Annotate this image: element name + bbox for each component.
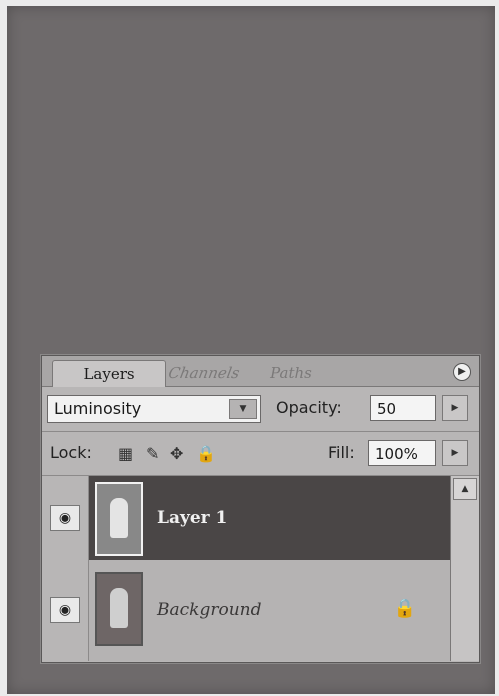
- eye-icon[interactable]: ◉: [50, 505, 80, 531]
- blend-mode-value: Luminosity: [54, 399, 142, 418]
- opacity-label: Opacity:: [276, 398, 342, 417]
- blend-mode-select[interactable]: Luminosity ▼: [47, 395, 261, 423]
- lock-image-brush-icon[interactable]: ✎: [146, 444, 159, 464]
- lock-all-padlock-icon[interactable]: 🔒: [196, 444, 216, 464]
- layer-list: ◉ Layer 1 ◉ Background 🔒: [42, 476, 450, 661]
- lock-transparent-checker-icon[interactable]: ▦: [118, 444, 133, 464]
- tab-channels[interactable]: Channels: [146, 360, 263, 386]
- layers-panel: Layers Channels Paths ▶ Luminosity ▼ Opa…: [41, 355, 480, 663]
- lock-row: Lock: ▦ ✎ ✥ 🔒 Fill: 100% ▶: [42, 432, 479, 476]
- fill-label: Fill:: [328, 443, 355, 462]
- scroll-up-icon[interactable]: ▲: [453, 478, 477, 500]
- visibility-toggle[interactable]: ◉: [42, 560, 89, 661]
- layer-body[interactable]: Background 🔒: [89, 560, 450, 661]
- opacity-field[interactable]: 50: [370, 395, 436, 421]
- layer-name: Layer 1: [157, 508, 228, 528]
- flyout-menu-icon[interactable]: ▶: [453, 363, 471, 381]
- layer-thumbnail: [95, 572, 143, 646]
- lock-label: Lock:: [50, 443, 92, 462]
- lock-position-move-icon[interactable]: ✥: [170, 444, 183, 464]
- chevron-down-icon[interactable]: ▼: [229, 399, 257, 419]
- thumbnail-figure: [110, 588, 128, 628]
- fill-field[interactable]: 100%: [368, 440, 436, 466]
- layer-name: Background: [157, 600, 262, 620]
- panel-tab-strip: Layers Channels Paths ▶: [42, 356, 479, 387]
- visibility-toggle[interactable]: ◉: [42, 476, 89, 560]
- eye-icon[interactable]: ◉: [50, 597, 80, 623]
- layer-body[interactable]: Layer 1: [89, 476, 450, 560]
- layer-list-scrollbar[interactable]: ▲: [450, 476, 479, 661]
- fill-stepper-icon[interactable]: ▶: [442, 440, 468, 466]
- thumbnail-figure: [110, 498, 128, 538]
- opacity-stepper-icon[interactable]: ▶: [442, 395, 468, 421]
- layer-row-layer-1[interactable]: ◉ Layer 1: [42, 476, 450, 560]
- tab-paths[interactable]: Paths: [250, 360, 332, 386]
- layer-thumbnail: [95, 482, 143, 556]
- blend-row: Luminosity ▼ Opacity: 50 ▶: [42, 387, 479, 432]
- background-lock-icon: 🔒: [393, 598, 416, 619]
- layer-row-background[interactable]: ◉ Background 🔒: [42, 560, 450, 661]
